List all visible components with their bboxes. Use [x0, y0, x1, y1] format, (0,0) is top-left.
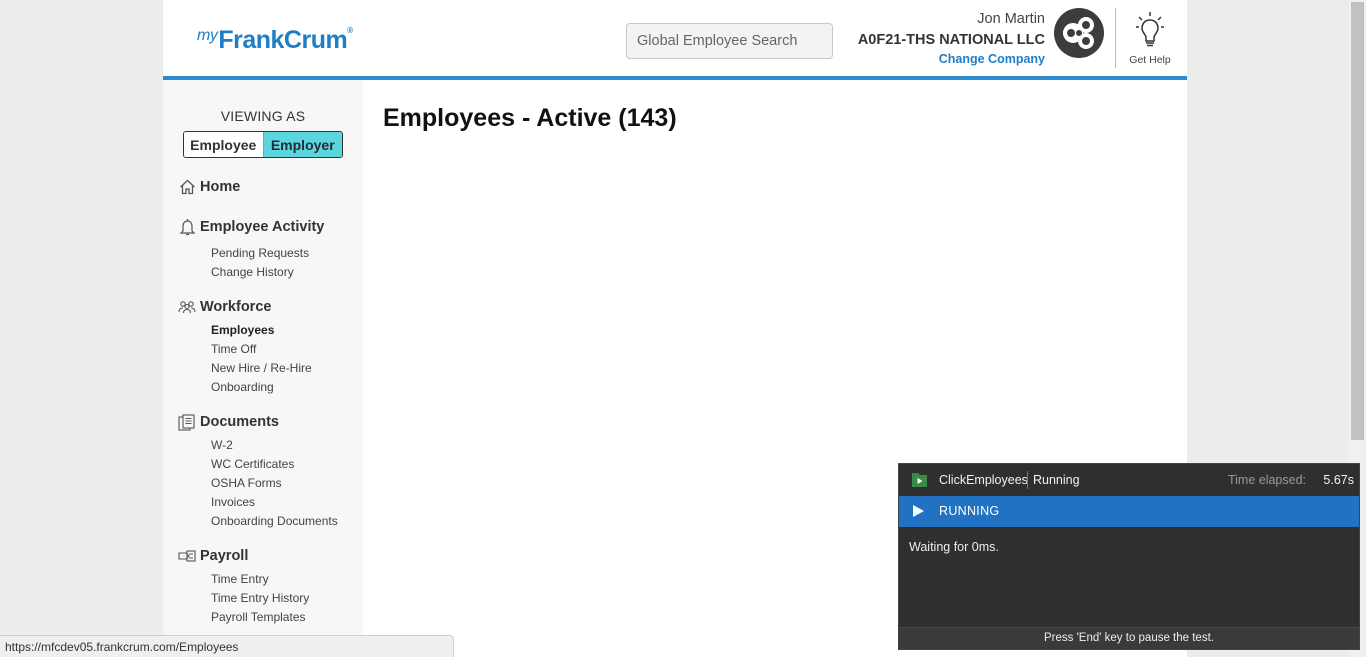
lightbulb-icon: [1136, 12, 1164, 47]
test-status-label: RUNNING: [939, 504, 1000, 518]
user-name: Jon Martin: [977, 11, 1045, 27]
view-employer-button[interactable]: Employer: [263, 132, 342, 157]
test-runner-header: ClickEmployees Running Time elapsed: 5.6…: [899, 464, 1359, 496]
test-state: Running: [1033, 473, 1080, 487]
time-elapsed-value: 5.67s: [1323, 473, 1354, 487]
status-bar-url: https://mfcdev05.frankcrum.com/Employees: [0, 635, 454, 657]
page-title: Employees - Active (143): [383, 104, 677, 132]
sidebar-subitem-new-hire[interactable]: New Hire / Re-Hire: [211, 361, 312, 375]
test-name: ClickEmployees: [939, 473, 1028, 487]
sidebar-subitem-payroll-templates[interactable]: Payroll Templates: [211, 610, 306, 624]
sidebar-item-documents[interactable]: Documents: [178, 413, 279, 431]
people-icon: [178, 298, 196, 316]
sidebar-item-label: Employee Activity: [200, 219, 325, 235]
test-file-icon: [912, 473, 927, 487]
sidebar-subitem-onboarding[interactable]: Onboarding: [211, 380, 274, 394]
payroll-icon: [178, 547, 196, 565]
scrollbar-thumb[interactable]: [1351, 2, 1364, 440]
sidebar-subitem-osha-forms[interactable]: OSHA Forms: [211, 476, 282, 490]
sidebar-subitem-time-entry-history[interactable]: Time Entry History: [211, 591, 309, 605]
sidebar-subitem-invoices[interactable]: Invoices: [211, 495, 255, 509]
sidebar-item-employee-activity[interactable]: Employee Activity: [178, 218, 324, 236]
avatar[interactable]: [1054, 8, 1104, 58]
documents-icon: [178, 413, 196, 431]
frankcrum-logo[interactable]: myFrankCrum®: [197, 26, 353, 55]
header: myFrankCrum® Jon Martin A0F21-THS NATION…: [163, 0, 1187, 80]
company-name: A0F21-THS NATIONAL LLC: [857, 32, 1045, 48]
sidebar-subitem-change-history[interactable]: Change History: [211, 265, 294, 279]
sidebar-item-workforce[interactable]: Workforce: [178, 298, 271, 316]
time-elapsed-label: Time elapsed:: [1227, 473, 1306, 487]
sidebar-subitem-w2[interactable]: W-2: [211, 438, 233, 452]
test-message: Waiting for 0ms.: [909, 540, 999, 554]
company-logo-icon: [1058, 12, 1100, 54]
sidebar-subitem-wc-certificates[interactable]: WC Certificates: [211, 457, 294, 471]
sidebar-subitem-time-entry[interactable]: Time Entry: [211, 572, 269, 586]
sidebar-subitem-onboarding-documents[interactable]: Onboarding Documents: [211, 514, 338, 528]
logo-text: FrankCrum: [218, 26, 348, 54]
sidebar: VIEWING AS Employee Employer Home Employ…: [163, 80, 363, 657]
sidebar-item-label: Documents: [200, 414, 279, 430]
play-icon[interactable]: [913, 505, 924, 517]
bell-icon: [178, 218, 196, 236]
viewing-as-label: VIEWING AS: [220, 108, 306, 124]
sidebar-item-label: Home: [200, 179, 241, 195]
view-toggle: Employee Employer: [183, 131, 343, 158]
get-help-button[interactable]: Get Help: [1126, 10, 1174, 68]
sidebar-item-home[interactable]: Home: [178, 178, 240, 196]
logo-prefix: my: [197, 27, 218, 44]
view-employee-button[interactable]: Employee: [184, 132, 264, 157]
test-runner-panel: ClickEmployees Running Time elapsed: 5.6…: [898, 463, 1360, 650]
header-divider: [1115, 8, 1116, 68]
home-icon: [178, 178, 196, 196]
test-status-bar: RUNNING: [899, 496, 1359, 527]
test-runner-separator: [1027, 471, 1028, 489]
get-help-label: Get Help: [1129, 54, 1171, 66]
sidebar-subitem-employees[interactable]: Employees: [211, 323, 274, 337]
sidebar-item-label: Workforce: [200, 299, 272, 315]
change-company-link[interactable]: Change Company: [939, 52, 1045, 66]
sidebar-subitem-pending-requests[interactable]: Pending Requests: [211, 246, 309, 260]
sidebar-subitem-time-off[interactable]: Time Off: [211, 342, 256, 356]
global-employee-search-input[interactable]: [626, 23, 833, 59]
sidebar-item-label: Payroll: [200, 548, 249, 564]
logo-mark: ®: [347, 26, 353, 35]
sidebar-item-payroll[interactable]: Payroll: [178, 547, 248, 565]
test-runner-footer: Press 'End' key to pause the test.: [899, 627, 1359, 649]
